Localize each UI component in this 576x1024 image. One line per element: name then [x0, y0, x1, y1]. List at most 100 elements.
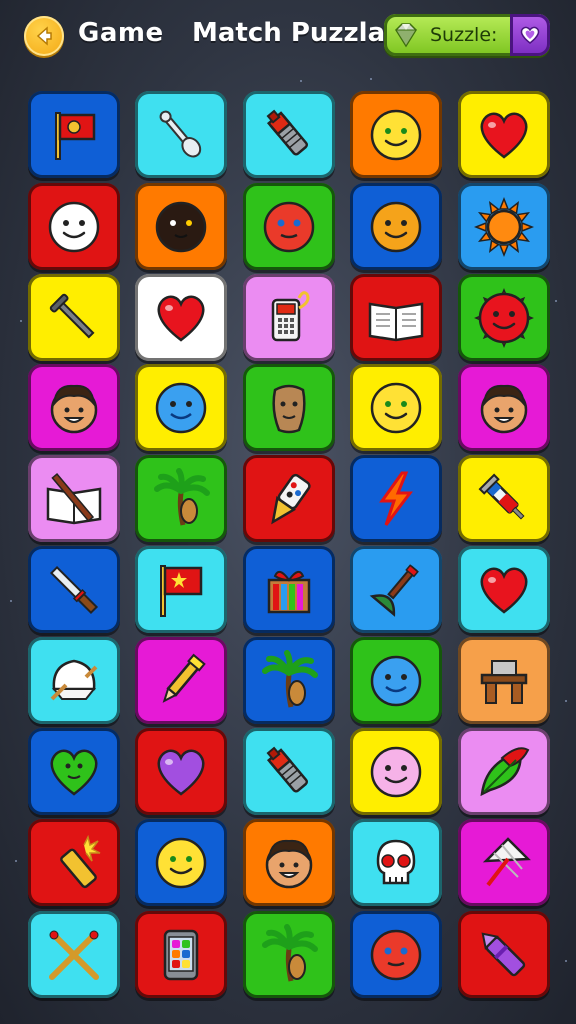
tile-r5-c3[interactable]: [243, 455, 335, 542]
tile-r8-c1[interactable]: [28, 728, 120, 815]
tile-r9-c4[interactable]: [350, 819, 442, 906]
gem-icon: [395, 23, 417, 48]
tile-r7-c2[interactable]: [135, 637, 227, 724]
green-heart-face-icon: [50, 749, 98, 796]
red-face-icon: [370, 929, 422, 980]
paint-tube-icon: [266, 746, 309, 792]
tile-r1-c3[interactable]: [243, 91, 335, 178]
tile-r8-c5[interactable]: [458, 728, 550, 815]
star-dot: [555, 300, 557, 302]
tile-r5-c2[interactable]: [135, 455, 227, 542]
paint-tube-icon: [266, 109, 309, 155]
syringe-icon: [478, 473, 525, 520]
leaf-icon: [480, 746, 530, 796]
tile-r5-c1[interactable]: [28, 455, 120, 542]
palm-tree-icon: [262, 649, 318, 708]
nail-icon: [49, 293, 95, 339]
lives-button[interactable]: [510, 14, 550, 56]
tile-r4-c5[interactable]: [458, 364, 550, 451]
tile-r5-c4[interactable]: [350, 455, 442, 542]
top-bar: Game Match Puzzla Suzzle:: [0, 0, 576, 76]
star-dot: [300, 80, 302, 82]
game-label: Game: [78, 18, 164, 48]
tile-r6-c5[interactable]: [458, 546, 550, 633]
score-label: Suzzle:: [430, 24, 498, 46]
knife-icon: [49, 565, 99, 614]
yellow-face-icon: [370, 109, 422, 160]
tile-r7-c4[interactable]: [350, 637, 442, 724]
tile-r8-c2[interactable]: [135, 728, 227, 815]
tile-r6-c2[interactable]: [135, 546, 227, 633]
tile-r4-c1[interactable]: [28, 364, 120, 451]
desk-icon: [480, 659, 528, 704]
pencil-icon: [162, 653, 206, 703]
tile-r2-c2[interactable]: [135, 183, 227, 270]
yellow-face-icon: [370, 382, 422, 433]
skull-icon: [376, 839, 416, 884]
star-dot: [565, 700, 567, 702]
star-dot: [20, 320, 22, 322]
page-title: Match Puzzla: [192, 18, 386, 48]
yellow-face-icon: [155, 837, 207, 888]
firecracker-icon: [60, 834, 101, 888]
tile-r10-c1[interactable]: [28, 911, 120, 998]
tile-r6-c1[interactable]: [28, 546, 120, 633]
back-button[interactable]: [24, 16, 64, 56]
tile-r8-c3[interactable]: [243, 728, 335, 815]
tile-r9-c3[interactable]: [243, 819, 335, 906]
dark-face-icon: [155, 201, 207, 252]
crayon-icon: [481, 932, 526, 976]
tile-r8-c4[interactable]: [350, 728, 442, 815]
lightning-icon: [379, 471, 413, 526]
tile-r3-c3[interactable]: [243, 274, 335, 361]
star-dot: [370, 78, 372, 80]
tile-r9-c1[interactable]: [28, 819, 120, 906]
red-heart-icon: [157, 295, 205, 342]
tile-r4-c3[interactable]: [243, 364, 335, 451]
sun-icon: [473, 196, 535, 257]
tile-r2-c1[interactable]: [28, 183, 120, 270]
tile-r10-c3[interactable]: [243, 911, 335, 998]
tile-r2-c5[interactable]: [458, 183, 550, 270]
palm-tree-icon: [154, 467, 210, 526]
tile-r10-c5[interactable]: [458, 911, 550, 998]
tile-r7-c3[interactable]: [243, 637, 335, 724]
orange-face-icon: [370, 201, 422, 252]
tile-r4-c2[interactable]: [135, 364, 227, 451]
heart-icon: [520, 26, 540, 44]
tile-r3-c5[interactable]: [458, 274, 550, 361]
red-flag-icon: [55, 111, 96, 160]
rice-ball-icon: [50, 659, 98, 700]
tile-r1-c4[interactable]: [350, 91, 442, 178]
palm-tree-icon: [262, 923, 318, 982]
tile-r1-c2[interactable]: [135, 91, 227, 178]
gift-box-icon: [267, 570, 311, 613]
tile-r6-c4[interactable]: [350, 546, 442, 633]
tile-r4-c4[interactable]: [350, 364, 442, 451]
star-dot: [565, 960, 567, 962]
boy-face-icon: [265, 839, 313, 888]
tile-r3-c1[interactable]: [28, 274, 120, 361]
red-sun-icon: [474, 287, 534, 348]
score-counter[interactable]: Suzzle:: [384, 14, 550, 56]
tile-r2-c3[interactable]: [243, 183, 335, 270]
tile-r7-c1[interactable]: [28, 637, 120, 724]
tile-r3-c4[interactable]: [350, 274, 442, 361]
spoon-tool-icon: [159, 110, 202, 157]
blue-face-icon: [155, 382, 207, 433]
tile-r1-c5[interactable]: [458, 91, 550, 178]
tile-r1-c1[interactable]: [28, 91, 120, 178]
tile-r6-c3[interactable]: [243, 546, 335, 633]
tile-r10-c2[interactable]: [135, 911, 227, 998]
tile-r5-c5[interactable]: [458, 455, 550, 542]
tile-r9-c2[interactable]: [135, 819, 227, 906]
tile-r3-c2[interactable]: [135, 274, 227, 361]
tile-r7-c5[interactable]: [458, 637, 550, 724]
tile-r10-c4[interactable]: [350, 911, 442, 998]
red-heart-icon: [480, 112, 528, 159]
tile-r2-c4[interactable]: [350, 183, 442, 270]
potato-face-icon: [272, 384, 306, 433]
boy-face-icon: [480, 384, 528, 433]
tile-r9-c5[interactable]: [458, 819, 550, 906]
star-dot: [10, 600, 12, 602]
